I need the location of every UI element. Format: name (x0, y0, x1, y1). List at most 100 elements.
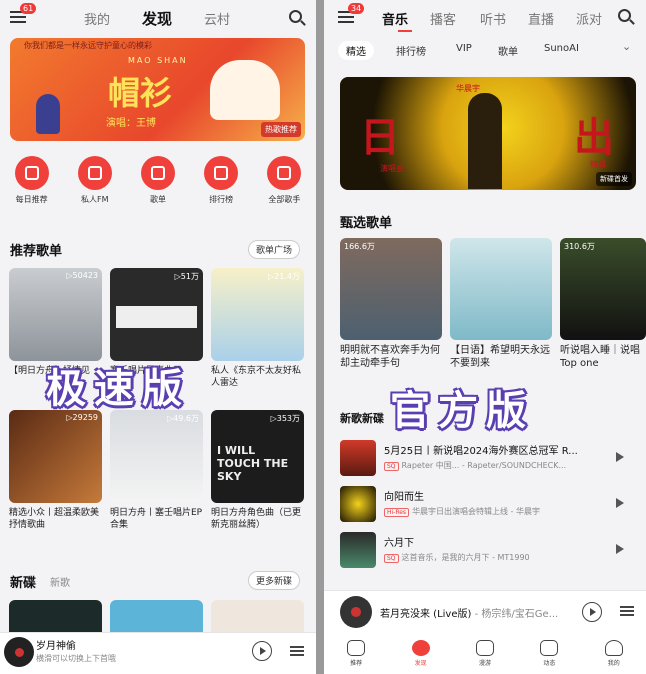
chip-vip[interactable]: VIP (456, 43, 472, 54)
more-albums-button[interactable]: 更多新碟 (248, 571, 301, 590)
playlist-card[interactable]: ▷21.4万 私人《东京不太友好私人雷达 (211, 268, 304, 389)
banner-pinyin: MAO SHAN (128, 56, 188, 65)
playlist-queue-icon[interactable] (290, 646, 304, 656)
tab-audiobook[interactable]: 听书 (480, 9, 506, 28)
playlist-caption: 明明就不喜欢奔手为何却主动牵手句 (340, 345, 440, 369)
nav-roam[interactable]: 漫游 (465, 639, 505, 667)
bottom-nav: 推荐 发现 漫游 动态 我的 (324, 632, 646, 674)
playlist-square-button[interactable]: 歌单广场 (248, 240, 301, 259)
tab-podcast[interactable]: 播客 (430, 9, 456, 28)
tab-cloud-village[interactable]: 云村 (204, 9, 230, 28)
playlist-card[interactable]: ▷29259 精选小众丨超温柔欧美抒情歌曲 (9, 410, 102, 531)
chip-sunoai[interactable]: SunoAI (544, 43, 579, 54)
banner-artist-figure (468, 93, 502, 189)
nav-daily[interactable]: 每日推荐 (4, 156, 60, 205)
mini-hint: 横滑可以切换上下首哦 (36, 654, 116, 663)
hero-banner[interactable]: 你我们都是一样永远守护童心的模彩 MAO SHAN 帽衫 演唱：王博 热歌推荐 (10, 38, 305, 141)
playlist-card[interactable]: ▷49.6万 明日方舟丨塞壬唱片EP合集 (110, 410, 203, 531)
play-count: ▷51万 (174, 272, 199, 281)
nav-fm[interactable]: 私人FM (67, 156, 123, 205)
nav-label: 发现 (414, 659, 427, 667)
notification-badge: 61 (20, 3, 37, 14)
playlist-queue-icon[interactable] (620, 606, 634, 616)
notification-badge: 34 (348, 3, 365, 14)
banner-char-right: 出 (574, 115, 614, 161)
song-subtitle: Rapeter 中国... - Rapeter/SOUNDCHECK... (401, 461, 567, 470)
top-bar: 61 我的 发现 云村 (0, 0, 316, 34)
playlists-title: 推荐歌单 (10, 244, 63, 259)
search-icon[interactable] (289, 10, 302, 23)
tab-mine[interactable]: 我的 (84, 9, 110, 28)
nav-playlist[interactable]: 歌单 (130, 156, 186, 205)
search-icon[interactable] (618, 9, 631, 22)
banner-artist: 演唱：王博 (106, 118, 156, 129)
chip-featured[interactable]: 精选 (338, 41, 374, 60)
radio-icon (77, 156, 112, 190)
tab-music[interactable]: 音乐 (382, 9, 408, 28)
top-bar: 34 音乐 播客 听书 直播 派对 (324, 0, 646, 34)
playlist-card[interactable]: 【日语】希望明天永远不要到来 (450, 238, 552, 372)
banner-tag: 热歌推荐 (261, 122, 301, 137)
play-icon[interactable] (252, 641, 272, 661)
nav-label: 推荐 (350, 659, 363, 667)
song-thumb (340, 440, 376, 476)
song-subtitle: 这首音乐，是我的六月下 - MT1990 (401, 553, 530, 562)
tab-party[interactable]: 派对 (576, 9, 602, 28)
playlist-card[interactable]: 310.6万 听说唱入睡｜说唱Top one (560, 238, 646, 372)
play-count: ▷21.4万 (268, 272, 300, 281)
song-row[interactable]: 5月25日丨新说唱2024海外赛区总冠军 R... SQ Rapeter 中国..… (340, 440, 638, 478)
play-icon[interactable] (616, 452, 624, 462)
chip-playlist[interactable]: 歌单 (498, 43, 518, 58)
nav-label: 排行榜 (209, 195, 234, 204)
song-row[interactable]: 六月下 SQ 这首音乐，是我的六月下 - MT1990 (340, 532, 638, 570)
active-tab-indicator (398, 30, 412, 32)
play-icon[interactable] (616, 544, 624, 554)
playlist-caption: 明日方舟角色曲（已更新克丽丝腾） (211, 508, 302, 530)
quality-tag: SQ (384, 554, 399, 563)
lite-app-pane: 61 我的 发现 云村 你我们都是一样永远守护童心的模彩 MAO SHAN 帽衫… (0, 0, 316, 674)
nav-label: 私人FM (81, 195, 109, 204)
song-subtitle: 华晨宇日出演唱会特辑上线 - 华晨宇 (412, 507, 541, 516)
hero-banner[interactable]: 日 出 华晨宇 演唱会 特辑 新碟首发 (340, 77, 636, 190)
nav-feed[interactable]: 动态 (529, 639, 569, 667)
chat-icon (540, 639, 559, 656)
mini-player[interactable]: 岁月神偷 横滑可以切换上下首哦 (0, 632, 316, 674)
banner-title: 帽衫 (108, 74, 173, 112)
nav-discover[interactable]: 发现 (401, 639, 441, 667)
edition-watermark: 官方版 (390, 388, 534, 434)
quality-tag: Hi-Res (384, 508, 410, 517)
song-title: 六月下 (384, 538, 414, 549)
edition-watermark: 极速版 (46, 366, 190, 412)
chevron-down-icon[interactable]: ⌄ (622, 40, 631, 53)
nav-chart[interactable]: 排行榜 (193, 156, 249, 205)
play-count: 310.6万 (564, 242, 595, 251)
recommend-icon (347, 639, 366, 656)
play-count: ▷353万 (270, 414, 300, 423)
song-row[interactable]: 向阳而生 Hi-Res 华晨宇日出演唱会特辑上线 - 华晨宇 (340, 486, 638, 524)
tab-live[interactable]: 直播 (528, 9, 554, 28)
nav-artists[interactable]: 全部歌手 (256, 156, 312, 205)
play-icon[interactable] (582, 602, 602, 622)
featured-title: 甄选歌单 (340, 216, 393, 231)
play-icon[interactable] (616, 498, 624, 508)
quality-tag: SQ (384, 462, 399, 471)
new-songs-tab[interactable]: 新歌 (50, 574, 70, 589)
playlist-card[interactable]: ▷353万 I WILL TOUCH THE SKY 明日方舟角色曲（已更新克丽… (211, 410, 304, 531)
banner-artist: 华晨宇 (456, 84, 480, 93)
nav-recommend[interactable]: 推荐 (336, 639, 376, 667)
playlist-card[interactable]: 166.6万 明明就不喜欢奔手为何却主动牵手句 (340, 238, 442, 372)
tab-discover[interactable]: 发现 (142, 8, 172, 29)
nav-label: 每日推荐 (15, 195, 48, 204)
calendar-icon (14, 156, 49, 190)
new-releases-title[interactable]: 新歌新碟 (340, 410, 384, 426)
playlist-caption: 明日方舟丨塞壬唱片EP合集 (110, 508, 203, 530)
nav-label: 我的 (607, 659, 620, 667)
nav-label: 动态 (543, 659, 556, 667)
chip-charts[interactable]: 排行榜 (396, 43, 426, 58)
radio-icon (475, 639, 494, 656)
nav-me[interactable]: 我的 (594, 639, 634, 667)
mini-player[interactable]: 若月亮没来 (Live版) - 杨宗纬/宝石Ge... (324, 590, 646, 632)
new-albums-title: 新碟 (10, 576, 37, 591)
play-count: 166.6万 (344, 242, 375, 251)
chart-icon (204, 156, 239, 190)
